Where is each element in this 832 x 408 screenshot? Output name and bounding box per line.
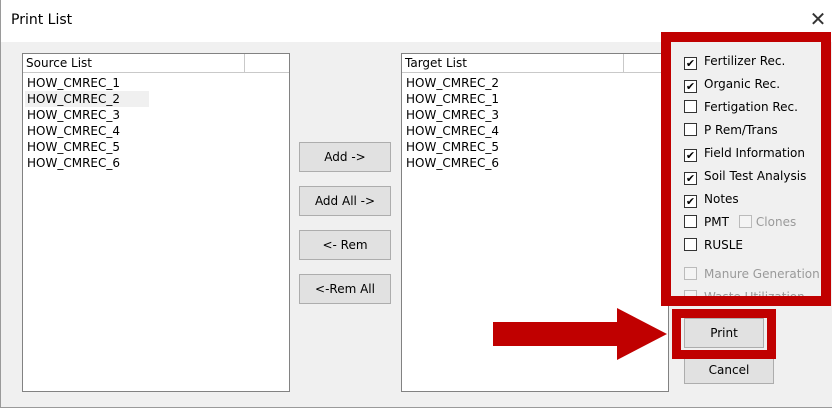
cancel-button-label: Cancel: [708, 363, 750, 377]
add-button-label: Add ->: [324, 150, 366, 164]
target-list-item[interactable]: HOW_CMREC_3: [404, 107, 664, 123]
source-list[interactable]: Source List HOW_CMREC_1 HOW_CMREC_2 HOW_CM…: [22, 53, 290, 392]
print-list-dialog: Print List ✕ Source List HOW_CMREC_1 HOW_…: [0, 0, 832, 408]
arrow-icon: [493, 322, 623, 346]
source-list-column-header[interactable]: Source List: [23, 54, 245, 73]
target-list-rows: HOW_CMREC_2 HOW_CMREC_1 HOW_CMREC_3 HOW_CMR…: [404, 75, 664, 171]
target-list-item[interactable]: HOW_CMREC_4: [404, 123, 664, 139]
add-button[interactable]: Add ->: [299, 142, 391, 172]
source-list-item[interactable]: HOW_CMREC_1: [25, 75, 285, 91]
remove-all-button[interactable]: <-Rem All: [299, 274, 391, 304]
print-highlight-box: [672, 309, 776, 359]
add-all-button[interactable]: Add All ->: [299, 186, 391, 216]
target-list-item[interactable]: HOW_CMREC_5: [404, 139, 664, 155]
target-list-item[interactable]: HOW_CMREC_2: [404, 75, 664, 91]
cancel-button[interactable]: Cancel: [684, 356, 774, 384]
source-list-item[interactable]: HOW_CMREC_3: [25, 107, 285, 123]
source-list-rows: HOW_CMREC_1 HOW_CMREC_2 HOW_CMREC_3 HOW_CMR…: [25, 75, 285, 171]
dialog-title: Print List: [11, 12, 73, 28]
target-list-column-header[interactable]: Target List: [402, 54, 624, 73]
remove-button[interactable]: <- Rem: [299, 230, 391, 260]
source-list-item[interactable]: HOW_CMREC_5: [25, 139, 285, 155]
remove-button-label: <- Rem: [322, 238, 368, 252]
target-list-item[interactable]: HOW_CMREC_1: [404, 91, 664, 107]
options-highlight-box: [661, 32, 831, 306]
arrow-head-icon: [617, 308, 667, 360]
source-list-item[interactable]: HOW_CMREC_4: [25, 123, 285, 139]
source-list-item[interactable]: HOW_CMREC_6: [25, 155, 285, 171]
remove-all-button-label: <-Rem All: [315, 282, 375, 296]
target-list-item[interactable]: HOW_CMREC_6: [404, 155, 664, 171]
close-icon[interactable]: ✕: [807, 6, 829, 32]
source-list-header: Source List: [23, 54, 289, 73]
source-list-item[interactable]: HOW_CMREC_2: [25, 91, 149, 107]
add-all-button-label: Add All ->: [314, 194, 376, 208]
target-list-header: Target List: [402, 54, 668, 73]
